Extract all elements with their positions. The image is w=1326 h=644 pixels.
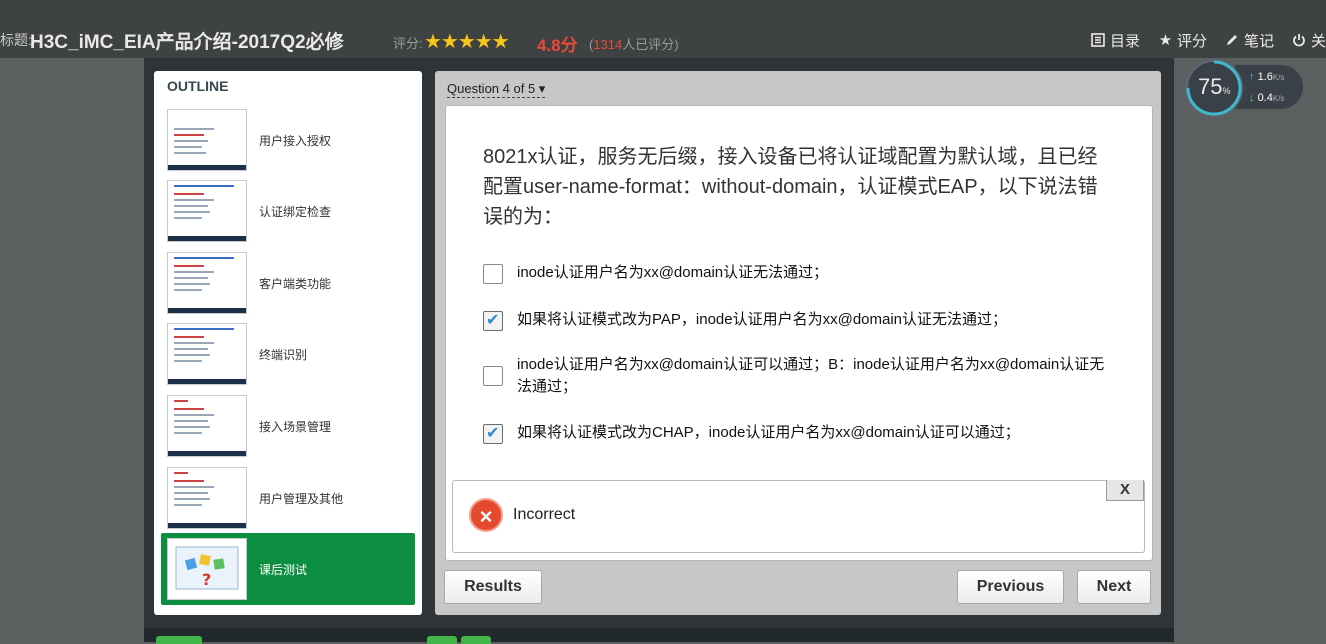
answer-option[interactable]: 如果将认证模式改为PAP，inode认证用户名为xx@domain认证无法通过；	[483, 309, 1107, 332]
slide-label: 接入场景管理	[259, 419, 332, 434]
memory-percent: 75%	[1198, 74, 1231, 99]
option-text: 如果将认证模式改为PAP，inode认证用户名为xx@domain认证无法通过；	[517, 311, 1008, 328]
option-text: inode认证用户名为xx@domain认证可以通过；B：inode认证用户名为…	[517, 356, 1105, 395]
outline-slide[interactable]: 用户接入授权	[161, 106, 415, 174]
next-button[interactable]: Next	[1077, 570, 1151, 604]
download-arrow-icon: ↓	[1249, 92, 1255, 104]
question-text: 8021x认证，服务无后缀，接入设备已将认证域配置为默认域，且已经配置user-…	[483, 146, 1098, 228]
question-nav-dropdown[interactable]: Question 4 of 5 ▾	[447, 81, 546, 98]
notes-link[interactable]: 笔记	[1225, 30, 1274, 51]
speed-readout: ↑ 1.6K/s ↓ 0.4K/s	[1235, 65, 1303, 109]
catalog-link[interactable]: 目录	[1091, 30, 1140, 51]
course-title: H3C_iMC_EIA产品介绍-2017Q2必修	[30, 32, 344, 53]
rating-count: (1314人已评分)	[589, 37, 679, 52]
rate-label: 评分	[1176, 33, 1207, 50]
rating-label: 评分:	[393, 36, 423, 51]
slide-label: 课后测试	[259, 562, 308, 577]
option-checkbox[interactable]	[483, 264, 503, 284]
outline-slide[interactable]: 终端识别	[161, 320, 415, 388]
slide-thumbnail	[167, 395, 247, 457]
top-bar: 标题: H3C_iMC_EIA产品介绍-2017Q2必修 评分: ★★★★★ 4…	[0, 0, 1326, 58]
feedback-status: Incorrect	[513, 506, 576, 523]
outline-slide[interactable]: 认证绑定检查	[161, 177, 415, 245]
option-checkbox-checked[interactable]	[483, 310, 503, 332]
notes-label: 笔记	[1243, 33, 1274, 50]
answer-option[interactable]: 如果将认证模式改为CHAP，inode认证用户名为xx@domain认证可以通过…	[483, 422, 1107, 445]
slide-label: 终端识别	[259, 347, 308, 362]
bottom-bar-button[interactable]	[156, 636, 202, 644]
option-checkbox-checked[interactable]	[483, 423, 503, 445]
answer-option[interactable]: inode认证用户名为xx@domain认证可以通过；B：inode认证用户名为…	[483, 354, 1107, 398]
caret-down-icon: ▾	[538, 81, 546, 96]
slide-label: 用户接入授权	[259, 133, 332, 148]
outline-slide[interactable]: 客户端类功能	[161, 249, 415, 317]
option-text: inode认证用户名为xx@domain认证无法通过；	[517, 264, 829, 281]
slide-label: 用户管理及其他	[259, 491, 344, 506]
option-text: 如果将认证模式改为CHAP，inode认证用户名为xx@domain认证可以通过…	[517, 424, 1020, 441]
slide-thumbnail	[167, 180, 247, 242]
rating-stars[interactable]: ★★★★★	[424, 29, 510, 54]
close-link[interactable]: 关	[1292, 30, 1326, 51]
answer-option[interactable]: inode认证用户名为xx@domain认证无法通过；	[483, 262, 1107, 284]
rating-score: 4.8分	[537, 36, 578, 55]
slide-thumbnail	[167, 252, 247, 314]
feedback-close-button[interactable]: X	[1106, 480, 1144, 501]
star-icon: ★	[1158, 32, 1173, 49]
outline-heading: OUTLINE	[167, 78, 229, 94]
slide-thumbnail	[167, 109, 247, 171]
slide-thumbnail	[167, 323, 247, 385]
catalog-label: 目录	[1109, 33, 1140, 50]
list-icon	[1091, 33, 1106, 48]
close-label: 关	[1310, 33, 1326, 50]
bottom-bar-button[interactable]	[461, 636, 491, 644]
top-links: 目录 ★ 评分 笔记 关	[1091, 30, 1326, 51]
outline-slide[interactable]: 用户管理及其他	[161, 464, 415, 532]
option-checkbox[interactable]	[483, 366, 503, 386]
slide-thumbnail	[167, 467, 247, 529]
network-speed-widget[interactable]: ↑ 1.6K/s ↓ 0.4K/s 75%	[1185, 59, 1303, 117]
slide-label: 认证绑定检查	[259, 204, 332, 219]
outline-slide-active[interactable]: ? 课后测试	[161, 533, 415, 605]
previous-button[interactable]: Previous	[957, 570, 1064, 604]
outline-slide[interactable]: 接入场景管理	[161, 392, 415, 460]
rate-link[interactable]: ★ 评分	[1158, 30, 1207, 51]
incorrect-icon: ×	[469, 498, 503, 532]
pencil-icon	[1225, 33, 1240, 48]
player-bottom-bar	[144, 628, 1174, 642]
upload-arrow-icon: ↑	[1249, 71, 1255, 83]
svg-text:?: ?	[202, 570, 211, 589]
title-prefix: 标题:	[0, 32, 32, 48]
results-button[interactable]: Results	[444, 570, 542, 604]
bottom-bar-button[interactable]	[427, 636, 457, 644]
slide-label: 客户端类功能	[259, 276, 332, 291]
quiz-thumbnail: ?	[167, 538, 247, 600]
power-icon	[1292, 33, 1307, 48]
